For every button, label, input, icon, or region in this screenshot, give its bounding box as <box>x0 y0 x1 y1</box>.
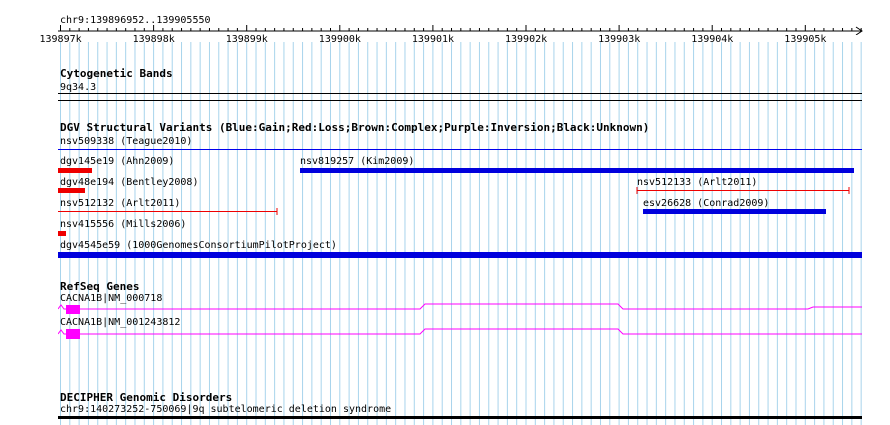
refseq-title: RefSeq Genes <box>60 280 140 293</box>
cytoband-title: Cytogenetic Bands <box>60 67 173 80</box>
gene-model[interactable] <box>58 326 862 341</box>
dgv-loss-span[interactable] <box>57 207 281 216</box>
decipher-feature-label[interactable]: chr9:140273252-750069|9q subtelomeric de… <box>60 404 391 415</box>
dgv-feature-label[interactable]: dgv48e194 (Bentley2008) <box>60 177 198 188</box>
cytoband-line <box>58 100 862 101</box>
ruler-tick-label: 139900k <box>318 34 361 45</box>
dgv-title: DGV Structural Variants (Blue:Gain;Red:L… <box>60 121 650 134</box>
ruler-tick-label: 139902k <box>505 34 548 45</box>
cytoband-label: 9q34.3 <box>60 82 97 93</box>
dgv-feature-label[interactable]: dgv4545e59 (1000GenomesConsortiumPilotPr… <box>60 240 337 251</box>
ruler-tick-label: 139903k <box>598 34 641 45</box>
dgv-gain-bar[interactable] <box>58 252 862 258</box>
ruler-tick-label: 139899k <box>225 34 268 45</box>
decipher-bar[interactable] <box>58 416 862 419</box>
ruler-tick-label: 139897k <box>39 34 82 45</box>
ruler-tick-label: 139898k <box>132 34 175 45</box>
dgv-feature-label[interactable]: dgv145e19 (Ahn2009) <box>60 156 174 167</box>
dgv-gain-bar[interactable] <box>300 168 854 173</box>
cytoband-line <box>58 93 862 94</box>
dgv-feature-label[interactable]: nsv819257 (Kim2009) <box>300 156 414 167</box>
ruler-tick-label: 139904k <box>691 34 734 45</box>
dgv-loss-bar[interactable] <box>58 231 66 236</box>
gene-model[interactable] <box>58 302 862 316</box>
dgv-feature-line[interactable] <box>58 149 862 150</box>
dgv-feature-label[interactable]: nsv509338 (Teague2010) <box>60 136 192 147</box>
decipher-title: DECIPHER Genomic Disorders <box>60 391 233 404</box>
ruler-tick-label: 139905k <box>784 34 827 45</box>
ruler-tick-label: 139901k <box>411 34 455 45</box>
dgv-loss-bar[interactable] <box>58 168 92 173</box>
dgv-feature-label[interactable]: esv26628 (Conrad2009) <box>643 198 769 209</box>
dgv-feature-label[interactable]: nsv415556 (Mills2006) <box>60 219 186 230</box>
dgv-loss-bar[interactable] <box>58 188 85 193</box>
dgv-loss-span[interactable] <box>636 186 852 195</box>
dgv-gain-bar[interactable] <box>643 209 826 214</box>
